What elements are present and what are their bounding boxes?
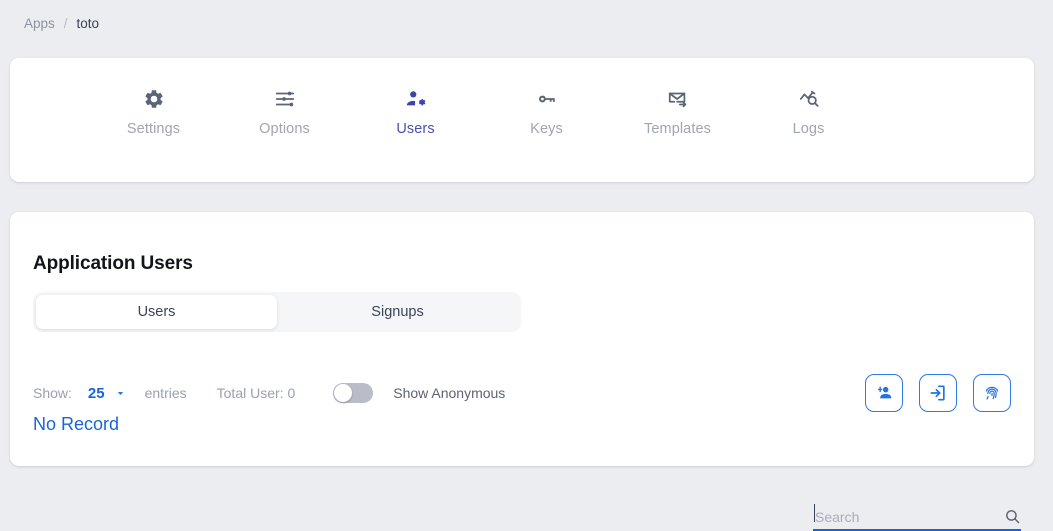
search-input[interactable] [813,509,1004,529]
tab-templates[interactable]: Templates [612,88,743,137]
toggle-knob [334,384,353,402]
entries-label: entries [144,385,187,401]
breadcrumb-apps-link[interactable]: Apps [24,15,55,33]
query-stats-icon [798,88,820,110]
search-field[interactable] [813,503,1021,531]
tab-users[interactable]: Users [350,88,481,137]
search-icon[interactable] [1004,508,1021,529]
fingerprint-icon [985,386,999,400]
breadcrumb-current-app: toto [76,16,100,31]
application-users-card: Application Users Users Signups Show: 25 [10,212,1034,531]
breadcrumb-separator: / [63,16,68,31]
empty-state-message: No Record [33,414,120,434]
tab-keys[interactable]: Keys [481,88,612,137]
tab-label: Templates [644,121,711,137]
tab-label: Logs [792,121,825,137]
entries-per-page-select[interactable]: 25 [88,385,127,402]
action-buttons [865,374,1011,412]
tab-strip: Settings Options Users Keys Templates Lo… [10,88,1034,137]
show-anonymous-toggle[interactable] [333,383,374,403]
key-icon [536,88,558,110]
tune-sliders-icon [274,88,296,110]
import-users-button[interactable] [919,374,957,412]
show-label: Show: [33,385,72,401]
manage-accounts-icon [405,88,427,110]
tabs-card: Settings Options Users Keys Templates Lo… [10,58,1034,182]
tab-label: Settings [126,121,181,137]
tab-logs[interactable]: Logs [743,88,874,137]
total-user-count: Total User: 0 [216,385,296,401]
breadcrumb: Apps / toto [24,15,99,33]
tab-options[interactable]: Options [219,88,350,137]
page-title: Application Users [33,252,193,274]
person-add-icon [878,386,892,399]
entries-per-page-value: 25 [87,384,105,402]
tab-label: Users [396,121,435,137]
gear-icon [143,88,165,110]
email-send-icon [667,88,689,110]
tab-label: Options [259,121,310,137]
segment-users[interactable]: Users [36,295,277,329]
table-controls: Show: 25 entries Total User: 0 Show Anon… [33,380,505,406]
biometrics-button[interactable] [973,374,1011,412]
tab-settings[interactable]: Settings [88,88,219,137]
show-anonymous-label: Show Anonymous [393,385,506,401]
login-arrow-icon [930,385,945,401]
app-page: Apps / toto Settings Options Users Keys … [0,0,1053,531]
add-user-button[interactable] [865,374,903,412]
users-signups-segmented-control: Users Signups [33,292,521,332]
chevron-down-icon [114,387,127,400]
text-cursor [814,504,815,522]
segment-signups[interactable]: Signups [277,295,518,329]
tab-label: Keys [530,121,563,137]
